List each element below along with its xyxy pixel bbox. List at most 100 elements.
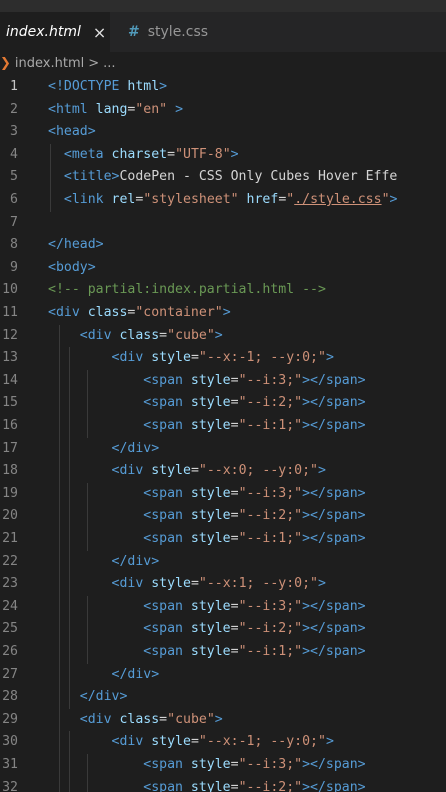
breadcrumb: ❯ index.html > ... bbox=[0, 52, 446, 74]
code-token: > bbox=[389, 192, 398, 207]
code-line[interactable]: 15 <span style="--i:2;"></span> bbox=[0, 392, 446, 415]
code-line[interactable]: 28 </div> bbox=[0, 686, 446, 709]
line-number: 26 bbox=[2, 644, 18, 659]
breadcrumb-more[interactable]: ... bbox=[103, 56, 115, 71]
line-number: 17 bbox=[2, 440, 18, 456]
code-token: lang bbox=[95, 101, 128, 117]
tab-index-html[interactable]: index.html × bbox=[0, 12, 110, 52]
code-token: <title> bbox=[63, 169, 120, 185]
code-line[interactable]: 6 <link rel="stylesheet" href="./style.c… bbox=[0, 189, 446, 212]
code-token: = bbox=[190, 734, 199, 750]
code-token: style bbox=[151, 463, 191, 479]
line-number: 16 bbox=[2, 418, 18, 433]
code-token: = bbox=[190, 576, 199, 592]
code-token: "--i:2;" bbox=[238, 508, 303, 524]
code-token: style bbox=[190, 779, 231, 792]
code-token: "--i:2;" bbox=[238, 621, 303, 637]
code-line[interactable]: 17 </div> bbox=[0, 438, 446, 461]
code-text: <body> bbox=[48, 257, 96, 280]
line-number: 8 bbox=[10, 237, 18, 253]
code-line[interactable]: 23 <div style="--x:1; --y:0;"> bbox=[0, 573, 446, 596]
code-token: > bbox=[325, 734, 334, 750]
code-token: > bbox=[222, 305, 231, 320]
code-line[interactable]: 1 <!DOCTYPE html> bbox=[0, 76, 446, 99]
line-number: 19 bbox=[2, 485, 18, 501]
code-line[interactable]: 22 </div> bbox=[0, 551, 446, 574]
code-token: <meta bbox=[63, 146, 112, 162]
code-line[interactable]: 16 <span style="--i:1;"></span> bbox=[0, 415, 446, 438]
code-token: <body> bbox=[48, 259, 96, 275]
code-token: "--x:0; --y:0;" bbox=[198, 463, 318, 479]
code-token: style bbox=[190, 598, 231, 614]
code-line[interactable]: 26 <span style="--i:1;"></span> bbox=[0, 641, 446, 664]
line-number: 1 bbox=[10, 79, 18, 94]
code-token: ></span> bbox=[302, 757, 366, 772]
code-text: <title>CodePen - CSS Only Cubes Hover Ef… bbox=[48, 166, 397, 189]
code-token: <div bbox=[111, 576, 152, 592]
close-icon[interactable]: × bbox=[93, 23, 106, 42]
code-line[interactable]: 29 <div class="cube"> bbox=[0, 709, 446, 732]
code-line[interactable]: 2 <html lang="en" > bbox=[0, 99, 446, 122]
code-token: ></span> bbox=[302, 779, 366, 792]
code-token: = bbox=[159, 327, 168, 343]
code-line[interactable]: 7 bbox=[0, 212, 446, 235]
code-line[interactable]: 20 <span style="--i:2;"></span> bbox=[0, 505, 446, 528]
code-text: <!-- partial:index.partial.html --> bbox=[48, 279, 326, 302]
line-number: 20 bbox=[2, 508, 18, 524]
code-token: CodePen - CSS Only Cubes Hover Effe bbox=[119, 169, 398, 185]
code-line[interactable]: 13 <div style="--x:-1; --y:0;"> bbox=[0, 347, 446, 370]
code-line[interactable]: 9 <body> bbox=[0, 257, 446, 280]
code-line[interactable]: 11 <div class="container"> bbox=[0, 302, 446, 325]
code-line[interactable]: 19 <span style="--i:3;"></span> bbox=[0, 483, 446, 506]
code-line[interactable]: 14 <span style="--i:3;"></span> bbox=[0, 370, 446, 393]
code-editor[interactable]: 1 <!DOCTYPE html > 2 <html lang="en" >3 <head… bbox=[0, 76, 446, 792]
code-token: "--i:3;" bbox=[238, 485, 303, 501]
code-line[interactable]: 30 <div style="--x:-1; --y:0;"> bbox=[0, 731, 446, 754]
tab-label: style.css bbox=[147, 24, 209, 40]
code-token: style bbox=[190, 644, 231, 659]
line-number: 11 bbox=[2, 305, 18, 320]
code-text: <div class="cube"> bbox=[48, 325, 223, 348]
code-token: > bbox=[214, 327, 223, 343]
code-token: <!DOCTYPE bbox=[48, 79, 128, 94]
breadcrumb-file[interactable]: index.html bbox=[15, 56, 84, 71]
code-token: > bbox=[230, 146, 239, 162]
code-token: style bbox=[190, 531, 231, 546]
code-token: <head> bbox=[48, 124, 96, 140]
code-line[interactable]: 10 <!-- partial:index.partial.html --> bbox=[0, 279, 446, 302]
code-line[interactable]: 32 <span style="--i:2;"></span> bbox=[0, 777, 446, 792]
code-token: class bbox=[119, 711, 160, 727]
line-number: 28 bbox=[2, 689, 18, 705]
code-line[interactable]: 27 </div> bbox=[0, 664, 446, 687]
code-token: html bbox=[127, 79, 160, 94]
code-line[interactable]: 31 <span style="--i:3;"></span> bbox=[0, 754, 446, 777]
code-token: style bbox=[190, 508, 231, 524]
code-line[interactable]: 8 </head> bbox=[0, 234, 446, 257]
tab-style-css[interactable]: # style.css bbox=[112, 12, 232, 52]
code-line[interactable]: 25 <span style="--i:2;"></span> bbox=[0, 618, 446, 641]
code-line[interactable]: 3 <head> bbox=[0, 121, 446, 144]
code-line[interactable]: 12 <div class="cube"> bbox=[0, 325, 446, 348]
code-line[interactable]: 24 <span style="--i:3;"></span> bbox=[0, 596, 446, 619]
code-token: ></span> bbox=[302, 644, 366, 659]
code-token: ></span> bbox=[302, 372, 366, 388]
code-line[interactable]: 5 <title>CodePen - CSS Only Cubes Hover … bbox=[0, 166, 446, 189]
code-token: = bbox=[230, 757, 239, 772]
code-token: ></span> bbox=[302, 531, 366, 546]
code-line[interactable]: 18 <div style="--x:0; --y:0;"> bbox=[0, 460, 446, 483]
line-number: 10 bbox=[2, 282, 18, 298]
code-token: style bbox=[190, 418, 231, 433]
code-token: <span bbox=[143, 395, 191, 411]
code-line[interactable]: 4 <meta charset="UTF-8"> bbox=[0, 144, 446, 167]
code-token: <span bbox=[143, 621, 191, 637]
code-line[interactable]: 21 <span style="--i:1;"></span> bbox=[0, 528, 446, 551]
